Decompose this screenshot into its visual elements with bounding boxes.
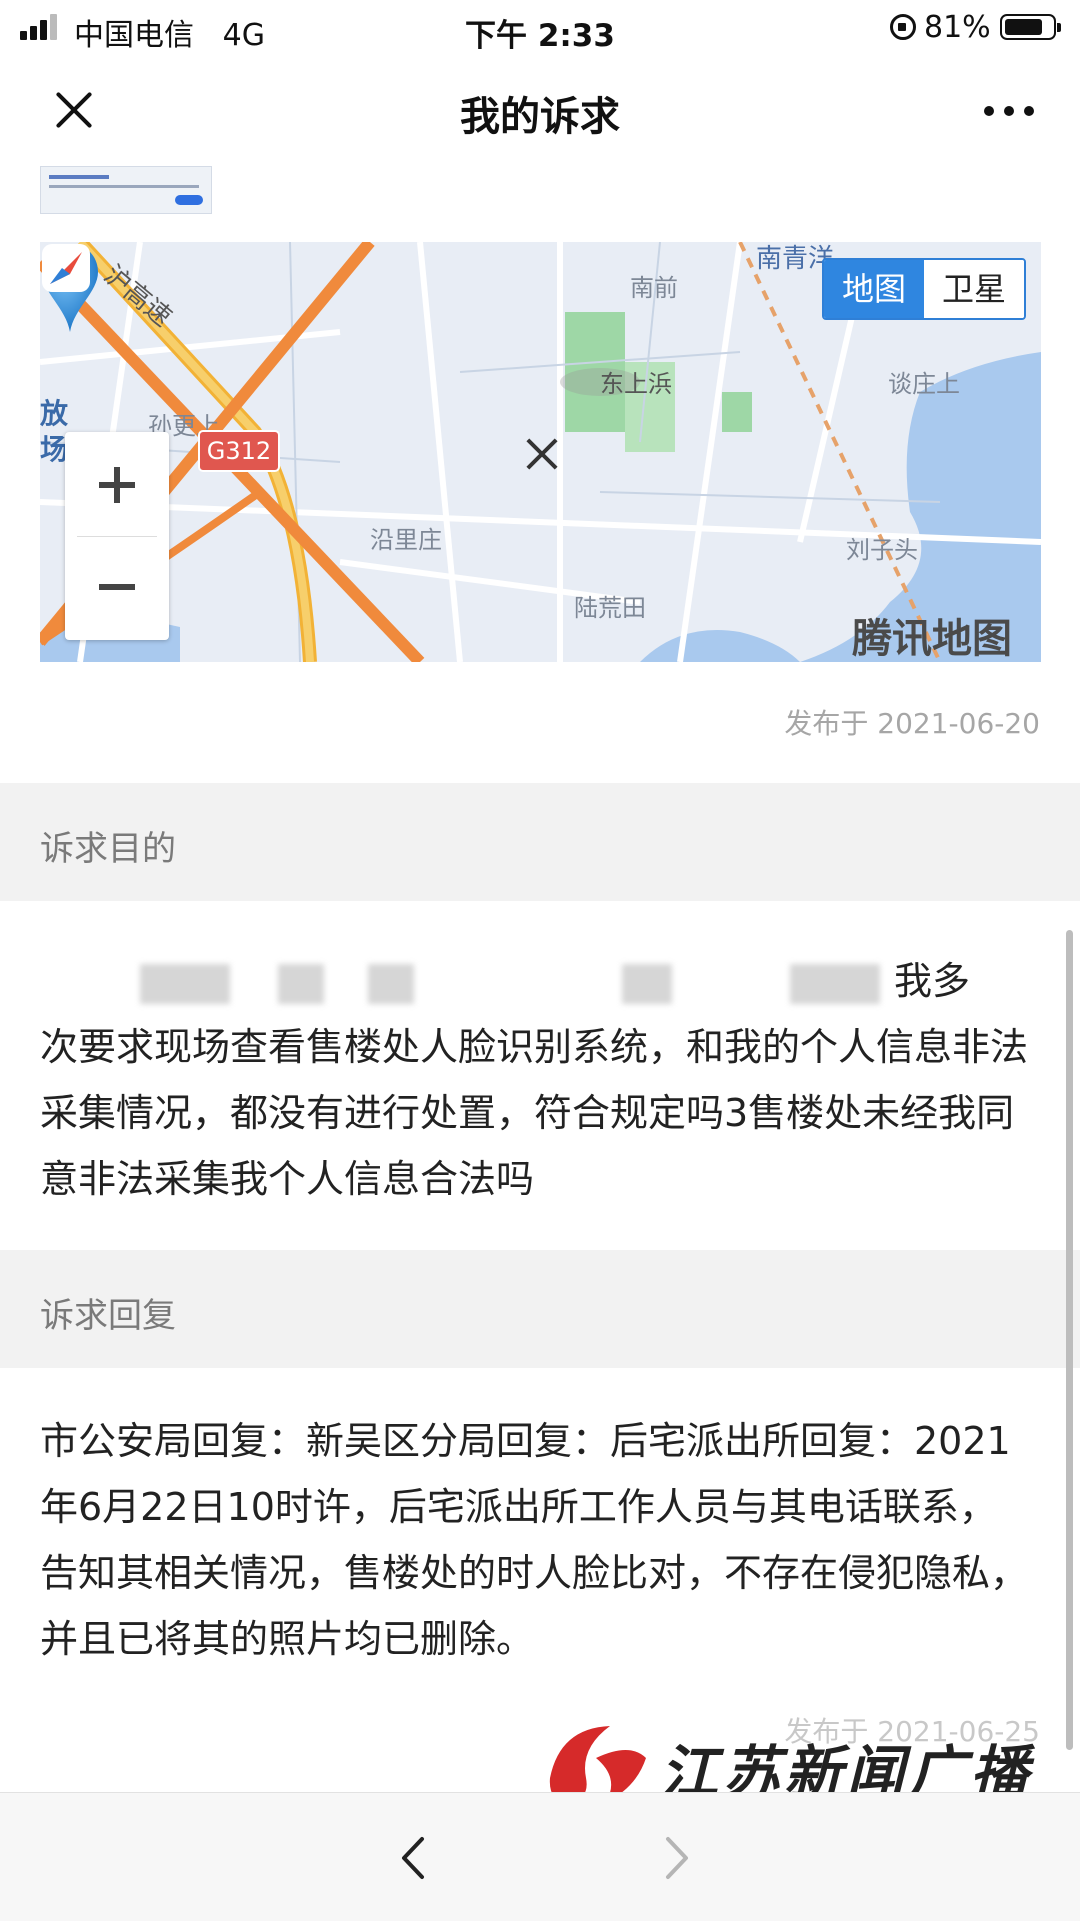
tencent-map-logo-icon bbox=[42, 244, 90, 292]
map-label-dongshangbang: 东上浜 bbox=[600, 370, 672, 398]
nav-bar: 我的诉求 bbox=[0, 56, 1080, 164]
purpose-line1-tail: 我多 bbox=[894, 959, 971, 1003]
map-label-tanzhuangshang: 谈庄上 bbox=[888, 370, 960, 398]
chevron-right-icon[interactable] bbox=[650, 1833, 700, 1883]
zoom-out-button[interactable] bbox=[65, 536, 169, 640]
chevron-left-icon[interactable] bbox=[390, 1833, 440, 1883]
purpose-header-label: 诉求目的 bbox=[40, 829, 176, 869]
satellite-mode-button[interactable]: 卫星 bbox=[924, 260, 1024, 318]
map-type-toggle: 地图 卫星 bbox=[822, 258, 1026, 320]
page-title: 我的诉求 bbox=[460, 94, 620, 140]
road-badge-g312: G312 bbox=[198, 430, 280, 472]
reply-section-header: 诉求回复 bbox=[0, 1250, 1080, 1368]
map-label-nanqian: 南前 bbox=[630, 274, 678, 302]
purpose-redacted-line: 我多 bbox=[40, 948, 1030, 1014]
bottom-toolbar bbox=[0, 1792, 1080, 1921]
purpose-body: 次要求现场查看售楼处人脸识别系统，和我的个人信息非法采集情况，都没有进行处置，符… bbox=[40, 1025, 1029, 1201]
zoom-in-button[interactable] bbox=[65, 432, 169, 536]
status-time: 下午 2:33 bbox=[465, 18, 615, 54]
map-mode-button[interactable]: 地图 bbox=[824, 260, 924, 318]
map-label-liuzitou: 刘子头 bbox=[846, 536, 918, 564]
zoom-control bbox=[65, 432, 169, 640]
reply-text: 市公安局回复：新吴区分局回复：后宅派出所回复：2021年6月22日10时许，后宅… bbox=[40, 1419, 1029, 1661]
map-center-marker bbox=[522, 434, 562, 474]
publish-date: 发布于 2021-06-20 bbox=[784, 707, 1040, 740]
rotation-lock-icon bbox=[890, 14, 916, 40]
purpose-section-header: 诉求目的 bbox=[0, 783, 1080, 901]
more-icon[interactable] bbox=[984, 106, 1034, 116]
status-bar: 中国电信 4G 下午 2:33 81% bbox=[0, 0, 1080, 56]
map-preview-thumbnail[interactable] bbox=[40, 166, 212, 214]
reply-header-label: 诉求回复 bbox=[40, 1296, 176, 1336]
tencent-map-brand: 腾讯地图 bbox=[852, 616, 1012, 662]
map-label-chang: 场 bbox=[40, 433, 69, 466]
map-view[interactable]: 沪高速 南前 南青洋 东上浜 谈庄上 放 场 孙更上 沿里庄 刘子头 陆荒田 G… bbox=[40, 242, 1041, 662]
map-label-yanlizhuang: 沿里庄 bbox=[370, 526, 442, 554]
battery-percent: 81% bbox=[924, 10, 991, 45]
purpose-text: 我多 次要求现场查看售楼处人脸识别系统，和我的个人信息非法采集情况，都没有进行处… bbox=[40, 948, 1030, 1212]
scrollbar[interactable] bbox=[1066, 930, 1073, 1750]
map-label-fang: 放 bbox=[40, 397, 69, 430]
map-label-luhuangtian: 陆荒田 bbox=[574, 594, 646, 622]
battery-icon bbox=[1000, 14, 1061, 40]
